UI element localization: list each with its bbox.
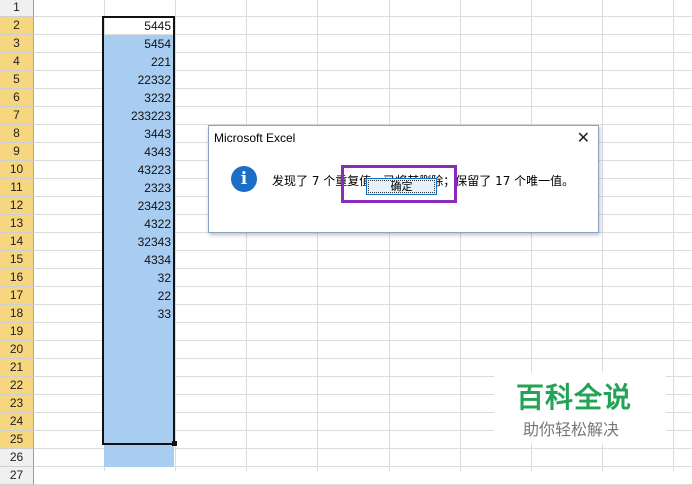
watermark: 百科全说 助你轻松解决 xyxy=(494,372,666,444)
row-header[interactable]: 19 xyxy=(0,323,34,341)
cell-b[interactable] xyxy=(104,449,174,467)
cell-b[interactable] xyxy=(104,431,174,449)
row-header[interactable]: 18 xyxy=(0,305,34,323)
cell-b[interactable] xyxy=(104,413,174,431)
dialog-titlebar[interactable]: Microsoft Excel ✕ xyxy=(209,126,598,150)
row-header[interactable]: 16 xyxy=(0,269,34,287)
cell-b[interactable]: 32 xyxy=(104,269,174,287)
info-icon: i xyxy=(231,166,257,192)
row-header[interactable]: 21 xyxy=(0,359,34,377)
row-header[interactable]: 12 xyxy=(0,197,34,215)
watermark-title: 百科全说 xyxy=(516,381,633,414)
row-header[interactable]: 27 xyxy=(0,467,34,485)
cell-b[interactable]: 32343 xyxy=(104,233,174,251)
row-header[interactable]: 23 xyxy=(0,395,34,413)
row-header[interactable]: 7 xyxy=(0,107,34,125)
cell-b[interactable]: 22 xyxy=(104,287,174,305)
row-header[interactable]: 3 xyxy=(0,35,34,53)
cell-b[interactable]: 4322 xyxy=(104,215,174,233)
row-header[interactable]: 17 xyxy=(0,287,34,305)
cell-b[interactable]: 233223 xyxy=(104,107,174,125)
message-dialog: Microsoft Excel ✕ i 发现了 7 个重复值，已将其删除；保留了… xyxy=(208,125,599,233)
row-header[interactable]: 20 xyxy=(0,341,34,359)
fill-handle[interactable] xyxy=(172,441,177,446)
cell-b[interactable]: 22332 xyxy=(104,71,174,89)
row-header[interactable]: 2 xyxy=(0,17,34,35)
cell-b[interactable] xyxy=(104,341,174,359)
row-header[interactable]: 15 xyxy=(0,251,34,269)
ok-button[interactable]: 确定 xyxy=(366,178,437,195)
cell-b[interactable]: 5454 xyxy=(104,35,174,53)
row-header[interactable]: 9 xyxy=(0,143,34,161)
row-header[interactable]: 6 xyxy=(0,89,34,107)
cell-b[interactable]: 43223 xyxy=(104,161,174,179)
cell-b[interactable] xyxy=(104,395,174,413)
row-header[interactable]: 8 xyxy=(0,125,34,143)
row-header[interactable]: 25 xyxy=(0,431,34,449)
cell-b[interactable] xyxy=(104,359,174,377)
row-header[interactable]: 5 xyxy=(0,71,34,89)
row-header[interactable]: 24 xyxy=(0,413,34,431)
cell-b[interactable]: 4334 xyxy=(104,251,174,269)
cell-b[interactable]: 3443 xyxy=(104,125,174,143)
row-header[interactable]: 13 xyxy=(0,215,34,233)
cell-b[interactable]: 5445 xyxy=(104,17,174,35)
row-header[interactable]: 4 xyxy=(0,53,34,71)
row-header[interactable]: 10 xyxy=(0,161,34,179)
row-header[interactable]: 26 xyxy=(0,449,34,467)
row-header[interactable]: 14 xyxy=(0,233,34,251)
cell-b[interactable] xyxy=(104,323,174,341)
close-icon[interactable]: ✕ xyxy=(577,128,590,147)
dialog-title: Microsoft Excel xyxy=(214,131,296,145)
cell-b[interactable]: 3232 xyxy=(104,89,174,107)
cell-b[interactable] xyxy=(104,377,174,395)
cell-b[interactable]: 33 xyxy=(104,305,174,323)
watermark-subtitle: 助你轻松解决 xyxy=(523,420,620,439)
row-header[interactable]: 22 xyxy=(0,377,34,395)
cell-b[interactable]: 221 xyxy=(104,53,174,71)
cell-b[interactable]: 4343 xyxy=(104,143,174,161)
row-header[interactable]: 11 xyxy=(0,179,34,197)
row-header[interactable]: 1 xyxy=(0,0,34,17)
cell-b[interactable]: 23423 xyxy=(104,197,174,215)
cell-b[interactable]: 2323 xyxy=(104,179,174,197)
